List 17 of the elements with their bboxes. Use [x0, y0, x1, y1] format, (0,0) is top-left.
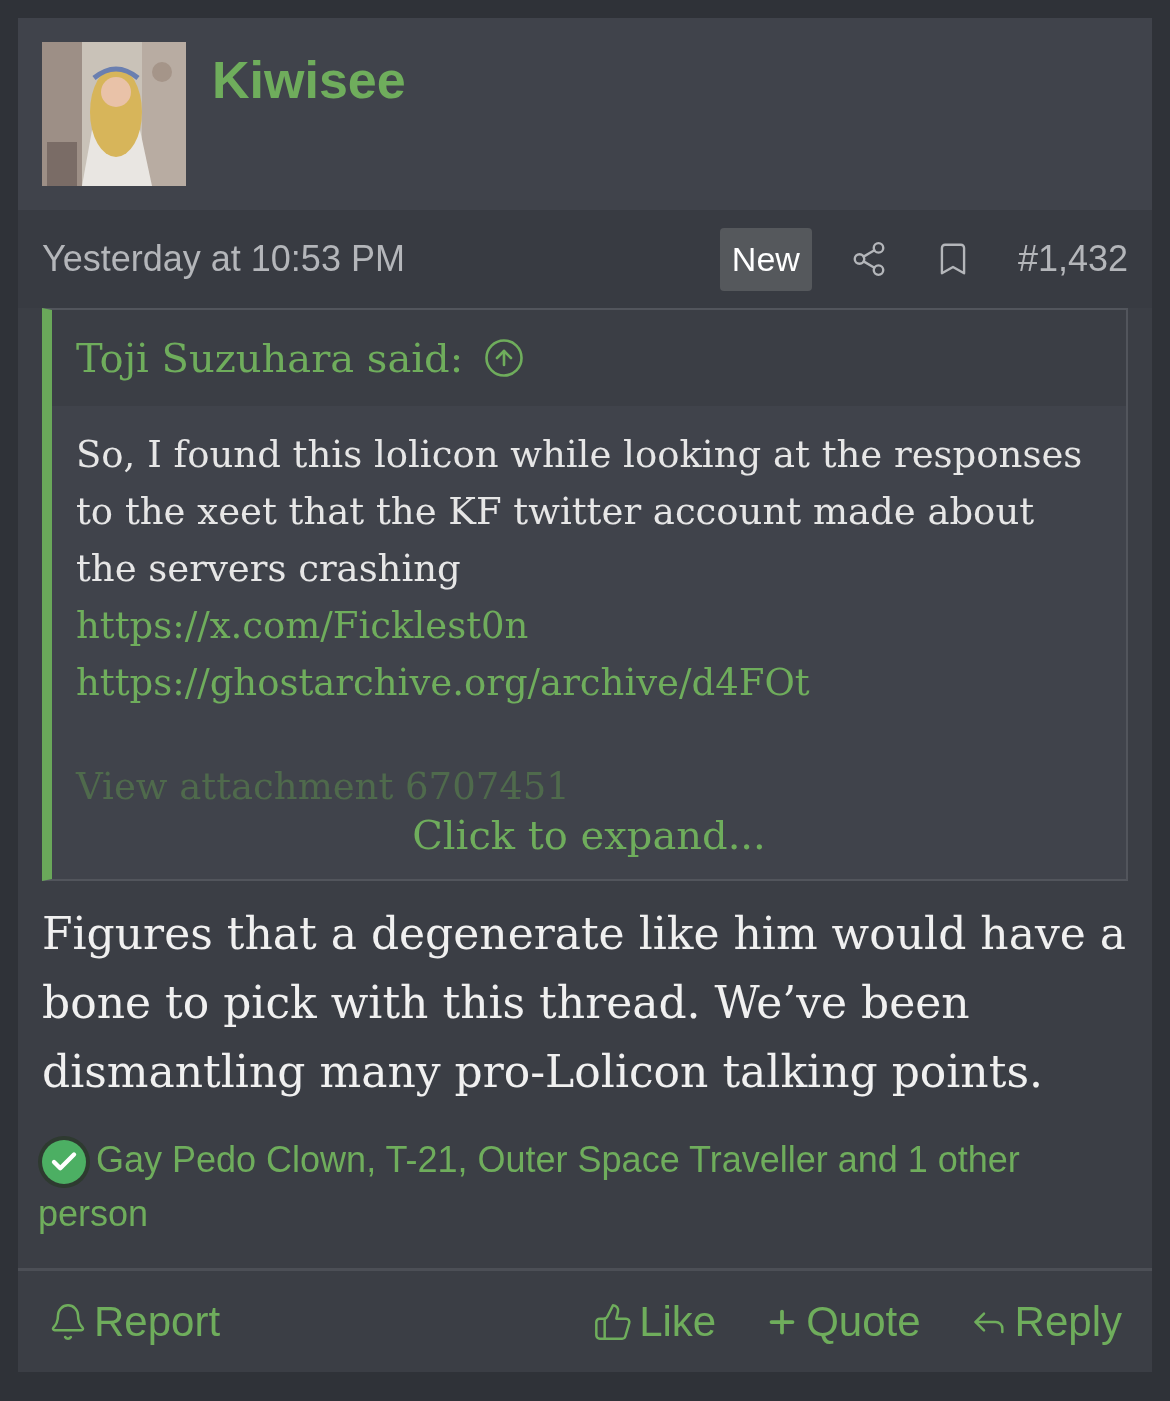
reaction-list[interactable]: Gay Pedo Clown, T-21, Outer Space Traveller and 1 other person	[38, 1134, 1132, 1241]
post-body: Figures that a degenerate like him would have a bone to pick with this thread. We’ve been dismantling many pro-Lolicon talking points.	[42, 907, 1127, 1099]
thumbs-up-icon	[593, 1302, 634, 1342]
post-time[interactable]: Yesterday at 10:53 PM	[42, 232, 405, 286]
like-button[interactable]: Like	[593, 1290, 717, 1354]
quote-button[interactable]: Quote	[764, 1290, 921, 1354]
reply-button[interactable]: Reply	[968, 1290, 1122, 1354]
quote-text: So, I found this lolicon while looking at the responses to the xeet that the KF twitter account made about the servers crashing	[76, 432, 1084, 592]
post-number[interactable]: #1,432	[1017, 232, 1128, 286]
check-icon	[38, 1136, 90, 1189]
quote-link[interactable]: https://ghostarchive.org/archive/d4FOt	[76, 654, 1102, 711]
jump-up-icon[interactable]	[483, 337, 526, 379]
new-badge: New	[719, 227, 812, 291]
expand-button[interactable]: Click to expand...	[412, 811, 766, 859]
report-button[interactable]: Report	[48, 1290, 221, 1354]
quote-link[interactable]: https://x.com/Ficklest0n	[76, 597, 1102, 654]
username[interactable]: Kiwisee	[212, 54, 406, 106]
